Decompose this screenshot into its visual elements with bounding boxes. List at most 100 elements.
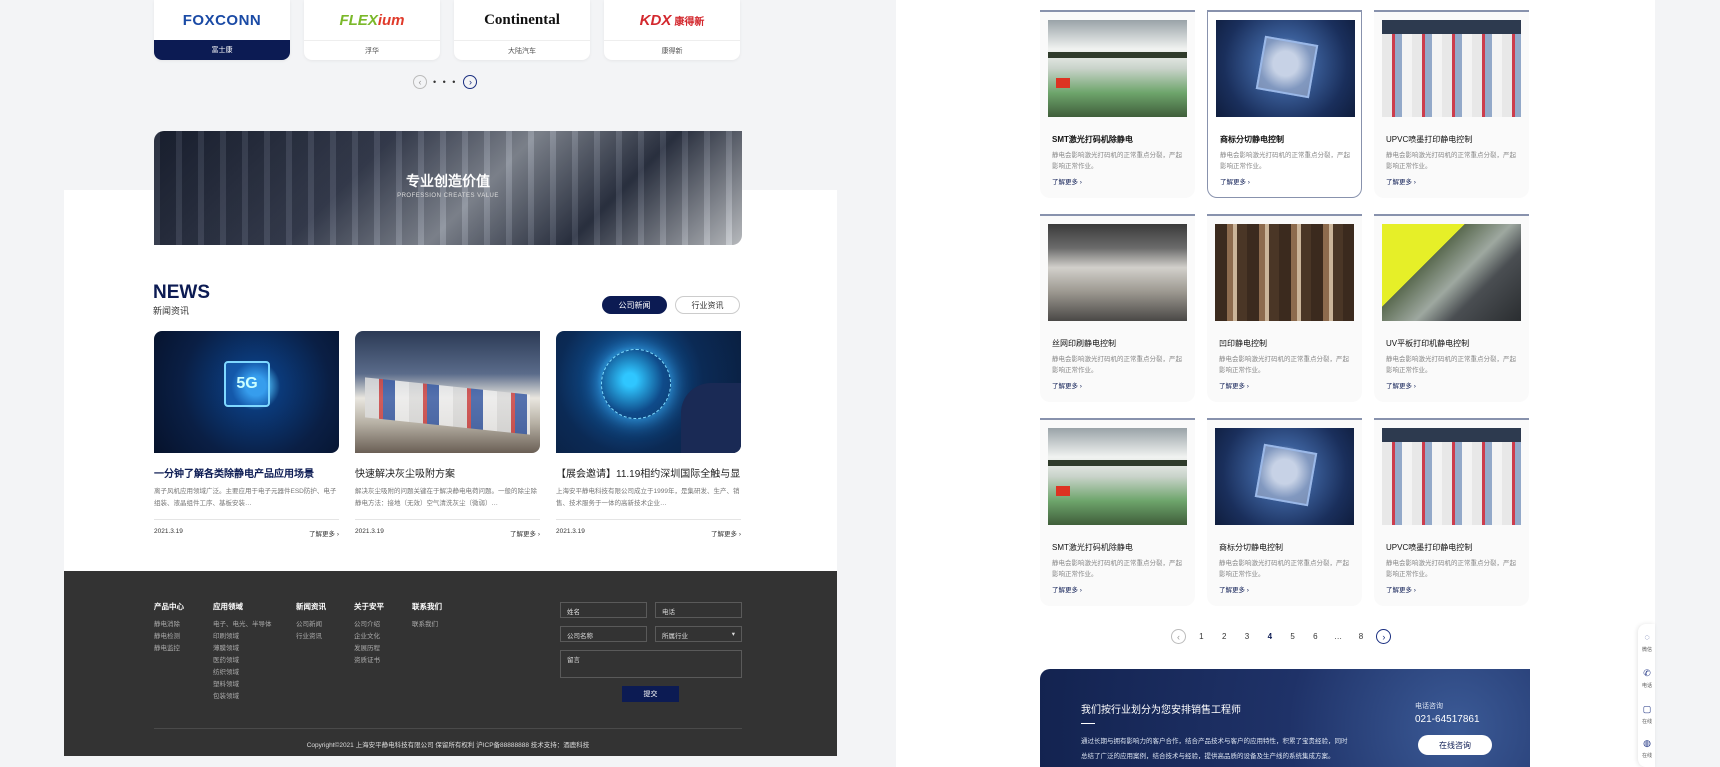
next-page-icon[interactable]: › <box>1376 629 1392 644</box>
footer-link[interactable]: 发展历程 <box>354 643 412 655</box>
page-number[interactable]: 6 <box>1304 632 1327 641</box>
partner-name: 康得新 <box>604 40 740 60</box>
product-title[interactable]: 商标分切静电控制 <box>1219 542 1283 553</box>
footer-link[interactable]: 纺织领域 <box>213 667 296 679</box>
prev-arrow-icon[interactable]: ‹ <box>413 75 427 89</box>
chat-icon[interactable]: ▢ <box>1641 704 1653 715</box>
banner-subtitle: PROFESSION CREATES VALUE <box>397 193 499 199</box>
product-title[interactable]: UPVC喷墨打印静电控制 <box>1386 134 1472 145</box>
submit-button[interactable]: 提交 <box>622 686 679 702</box>
product-card[interactable]: 商标分切静电控制 静电会影响激光打码机的正常重点分裂，严起影响正常作业。 了解更… <box>1207 10 1362 198</box>
tab-company-news[interactable]: 公司新闻 <box>602 296 667 314</box>
side-float-label: 电话 <box>1641 683 1652 689</box>
footer-link[interactable]: 公司新闻 <box>296 619 354 631</box>
wechat-icon[interactable]: ◌ <box>1641 632 1653 642</box>
news-heading: NEWS 新闻资讯 <box>153 283 210 317</box>
phone-field[interactable]: 电话 <box>655 602 742 618</box>
product-card[interactable]: SMT激光打码机除静电 静电会影响激光打码机的正常重点分裂，严起影响正常作业。 … <box>1040 10 1195 198</box>
product-card[interactable]: UV平板打印机静电控制 静电会影响激光打码机的正常重点分裂，严起影响正常作业。 … <box>1374 214 1529 402</box>
page-number[interactable]: 8 <box>1350 632 1373 641</box>
product-more-link[interactable]: 了解更多 › <box>1386 176 1416 186</box>
product-more-link[interactable]: 了解更多 › <box>1220 176 1250 186</box>
footer-col-products: 产品中心 静电消除 静电检测 静电监控 <box>154 601 213 703</box>
page-number[interactable]: 1 <box>1190 632 1213 641</box>
page-number[interactable]: 3 <box>1236 632 1259 641</box>
news-card[interactable]: 【展会邀请】11.19相约深圳国际全触与显… 上海安平静电科技有限公司成立于19… <box>556 331 741 538</box>
footer-link[interactable]: 塑料领域 <box>213 679 296 691</box>
next-arrow-icon[interactable]: › <box>463 75 478 89</box>
news-card-title[interactable]: 【展会邀请】11.19相约深圳国际全触与显… <box>556 465 741 480</box>
partner-card-foxconn[interactable]: FOXCONN 富士康 <box>154 0 290 60</box>
side-float-label: 在线 <box>1641 753 1652 759</box>
chip-graphic: 5G <box>224 361 270 407</box>
footer-link[interactable]: 医药领域 <box>213 655 296 667</box>
industry-select[interactable]: 所属行业 ▾ <box>655 626 742 642</box>
flexium-logo: FLEX ium <box>339 11 405 29</box>
company-field[interactable]: 公司名称 <box>560 626 647 642</box>
news-card-desc: 解决灰尘吸附的问题关键在于解决静电电荷问题。一般的除尘除静电方法：接地（无效）空… <box>355 488 537 507</box>
printing-machine-image <box>355 331 540 453</box>
product-title[interactable]: UPVC喷墨打印静电控制 <box>1386 542 1472 553</box>
product-card[interactable]: 丝网印刷静电控制 静电会影响激光打码机的正常重点分裂，严起影响正常作业。 了解更… <box>1040 214 1195 402</box>
news-card-more-link[interactable]: 了解更多 › <box>711 528 741 538</box>
news-card-title[interactable]: 一分钟了解各类除静电产品应用场景 <box>154 465 339 480</box>
product-card[interactable]: UPVC喷墨打印静电控制 静电会影响激光打码机的正常重点分裂，严起影响正常作业。… <box>1374 10 1529 198</box>
product-card[interactable]: SMT激光打码机除静电 静电会影响激光打码机的正常重点分裂，严起影响正常作业。 … <box>1040 418 1195 606</box>
footer-link[interactable]: 企业文化 <box>354 631 412 643</box>
footer-link[interactable]: 印刷领域 <box>213 631 296 643</box>
product-title[interactable]: SMT激光打码机除静电 <box>1052 542 1133 553</box>
name-field[interactable]: 姓名 <box>560 602 647 618</box>
product-more-link[interactable]: 了解更多 › <box>1052 380 1082 390</box>
news-card-meta: 2021.3.19 了解更多 › <box>556 519 741 538</box>
product-title[interactable]: 商标分切静电控制 <box>1220 134 1284 145</box>
footer-link[interactable]: 联系我们 <box>412 619 470 631</box>
tab-industry-news[interactable]: 行业资讯 <box>675 296 740 314</box>
product-more-link[interactable]: 了解更多 › <box>1219 584 1249 594</box>
page-number-current[interactable]: 4 <box>1258 632 1281 641</box>
product-desc: 静电会影响激光打码机的正常重点分裂，严起影响正常作业。 <box>1052 356 1182 374</box>
footer-link[interactable]: 静电监控 <box>154 643 213 655</box>
product-title[interactable]: 丝网印刷静电控制 <box>1052 338 1116 349</box>
footer-link[interactable]: 公司介绍 <box>354 619 412 631</box>
news-card-more-link[interactable]: 了解更多 › <box>510 528 540 538</box>
partner-carousel: FOXCONN 富士康 FLEX ium 浮华 Continental 大陆汽车 … <box>154 0 742 60</box>
upvc-printing-image <box>1382 428 1521 525</box>
product-more-link[interactable]: 了解更多 › <box>1386 584 1416 594</box>
footer-link[interactable]: 静电检测 <box>154 631 213 643</box>
news-card-date: 2021.3.19 <box>556 528 585 535</box>
product-more-link[interactable]: 了解更多 › <box>1052 176 1082 186</box>
product-card[interactable]: 商标分切静电控制 静电会影响激光打码机的正常重点分裂，严起影响正常作业。 了解更… <box>1207 418 1362 606</box>
footer-link[interactable]: 电子、电光、半导体 <box>213 619 296 631</box>
cta-divider <box>1081 723 1095 724</box>
message-icon[interactable]: ◍ <box>1641 738 1653 749</box>
online-consult-button[interactable]: 在线咨询 <box>1418 735 1492 755</box>
news-card-title[interactable]: 快速解决灰尘吸附方案 <box>355 465 540 480</box>
product-more-link[interactable]: 了解更多 › <box>1386 380 1416 390</box>
silk-screen-image <box>1048 224 1187 321</box>
footer-link[interactable]: 薄膜领域 <box>213 643 296 655</box>
upvc-printing-image <box>1382 20 1521 117</box>
phone-icon[interactable]: ✆ <box>1641 668 1653 679</box>
product-title[interactable]: 凹印静电控制 <box>1219 338 1267 349</box>
footer-link[interactable]: 资质证书 <box>354 655 412 667</box>
news-card-more-link[interactable]: 了解更多 › <box>309 528 339 538</box>
message-field[interactable]: 留言 <box>560 650 742 678</box>
page-number[interactable]: 2 <box>1213 632 1236 641</box>
product-card[interactable]: 凹印静电控制 静电会影响激光打码机的正常重点分裂，严起影响正常作业。 了解更多 … <box>1207 214 1362 402</box>
footer-link[interactable]: 包装领域 <box>213 691 296 703</box>
product-title[interactable]: UV平板打印机静电控制 <box>1386 338 1469 349</box>
product-card[interactable]: UPVC喷墨打印静电控制 静电会影响激光打码机的正常重点分裂，严起影响正常作业。… <box>1374 418 1529 606</box>
footer-nav: 产品中心 静电消除 静电检测 静电监控 应用领域 电子、电光、半导体 印刷领域 … <box>154 601 470 703</box>
news-card[interactable]: 5G 一分钟了解各类除静电产品应用场景 离子风机应用领域广泛。主要应用于电子元器… <box>154 331 339 538</box>
page-number[interactable]: 5 <box>1281 632 1304 641</box>
product-more-link[interactable]: 了解更多 › <box>1052 584 1082 594</box>
footer-link[interactable]: 行业资讯 <box>296 631 354 643</box>
partner-card-continental[interactable]: Continental 大陆汽车 <box>454 0 590 60</box>
partner-card-flexium[interactable]: FLEX ium 浮华 <box>304 0 440 60</box>
footer-link[interactable]: 静电消除 <box>154 619 213 631</box>
news-card[interactable]: 快速解决灰尘吸附方案 解决灰尘吸附的问题关键在于解决静电电荷问题。一般的除尘除静… <box>355 331 540 538</box>
product-more-link[interactable]: 了解更多 › <box>1219 380 1249 390</box>
product-title[interactable]: SMT激光打码机除静电 <box>1052 134 1133 145</box>
partner-card-kdx[interactable]: KDX 康得新 康得新 <box>604 0 740 60</box>
prev-page-icon[interactable]: ‹ <box>1171 629 1186 644</box>
